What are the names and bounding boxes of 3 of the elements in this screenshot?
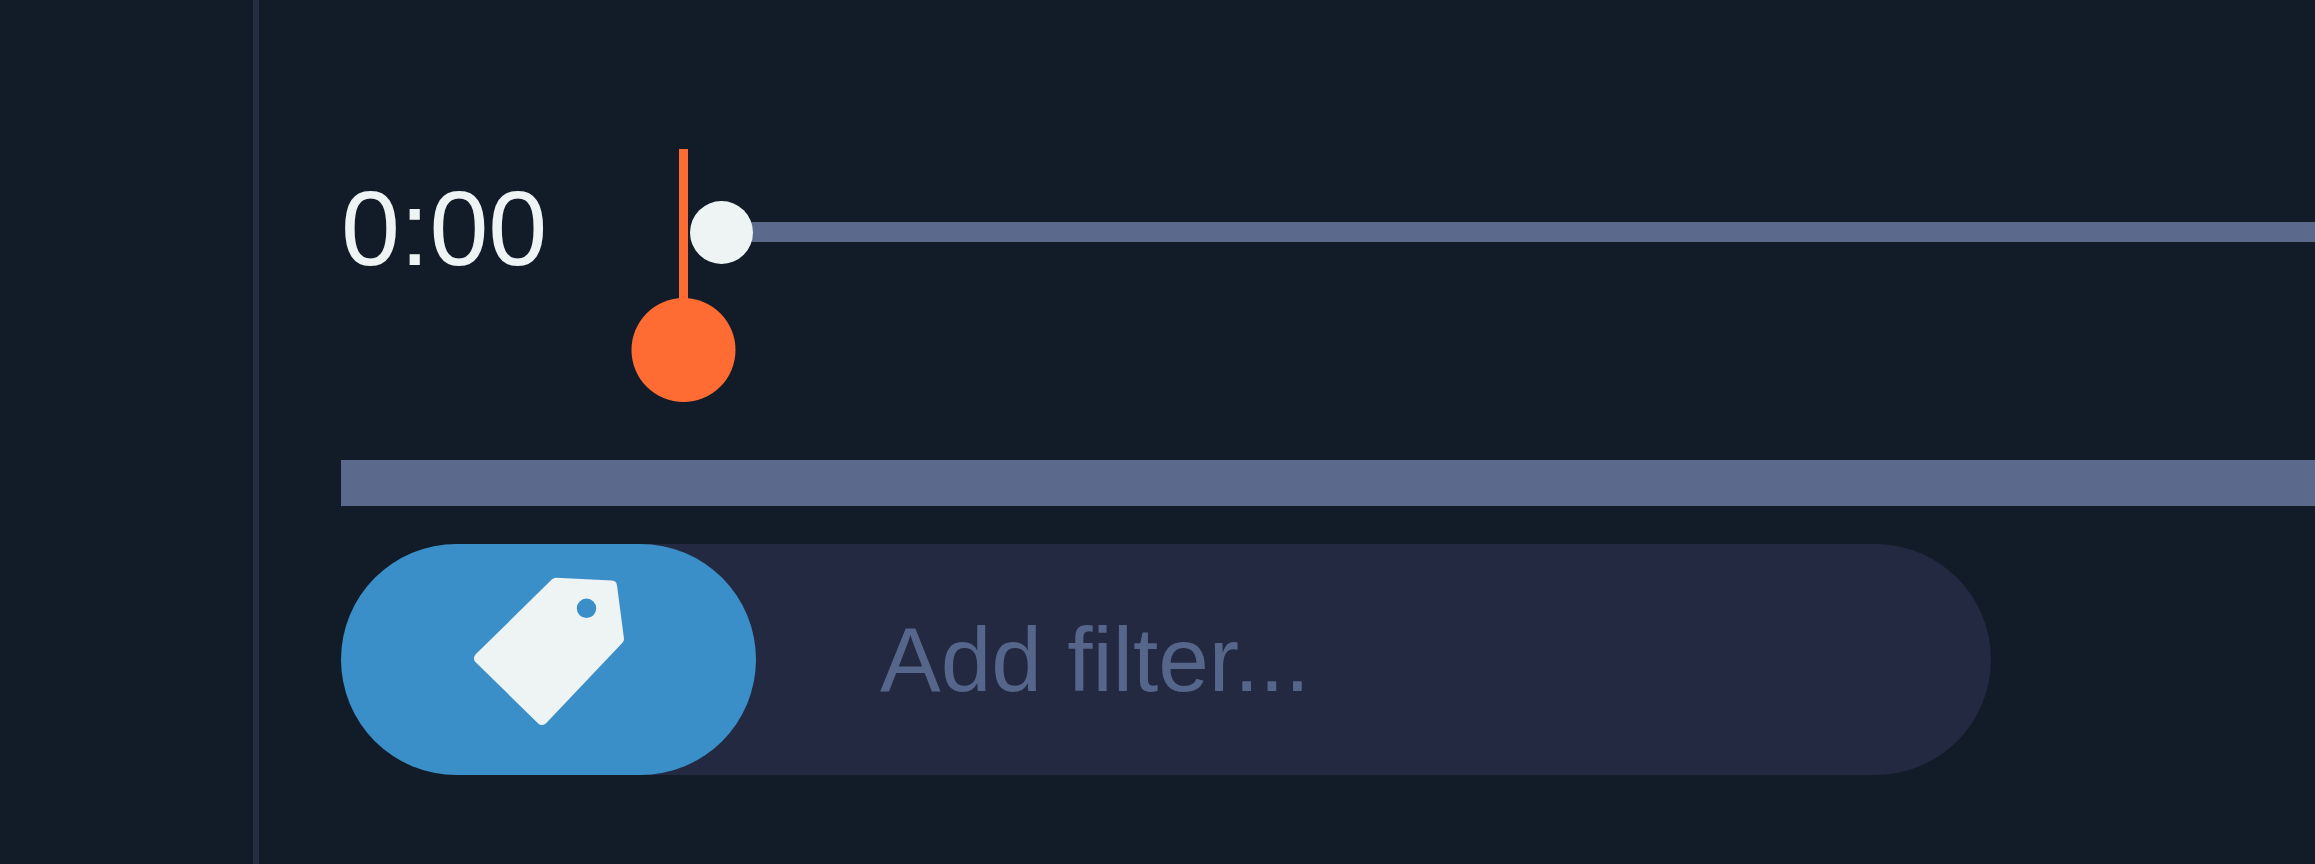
playhead-handle[interactable] [630, 149, 737, 402]
tag-icon [473, 575, 624, 725]
elapsed-time: 0:00 [341, 175, 549, 281]
